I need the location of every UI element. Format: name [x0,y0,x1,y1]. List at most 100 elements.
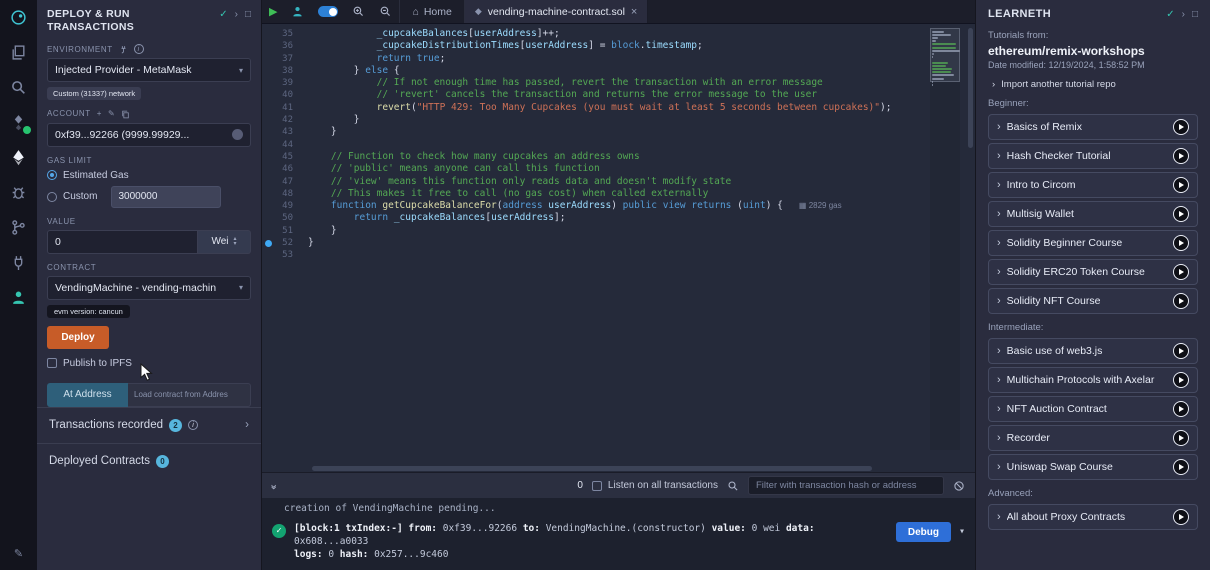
tutorial-item[interactable]: ›Solidity ERC20 Token Course [988,259,1198,285]
play-circle-icon[interactable] [1173,177,1189,193]
solidity-compiler-icon[interactable] [8,111,30,133]
code-line[interactable]: 51 } [262,225,975,237]
search-icon[interactable] [727,480,739,492]
code-line[interactable]: 46 // 'public' means anyone can call thi… [262,163,975,175]
play-circle-icon[interactable] [1173,206,1189,222]
git-icon[interactable] [8,216,30,238]
zoom-out-icon[interactable] [372,5,399,18]
info-icon[interactable]: i [134,44,144,54]
listen-all-checkbox[interactable] [592,481,602,491]
popout-icon[interactable]: □ [245,9,251,20]
code-line[interactable]: 37 return true; [262,53,975,65]
tutorial-item[interactable]: ›Multichain Protocols with Axelar [988,367,1198,393]
code-line[interactable]: 40 // 'revert' cancels the transaction a… [262,89,975,101]
code-line[interactable]: 44 [262,139,975,151]
chevron-right-icon[interactable]: › [235,9,238,20]
publish-user-icon[interactable] [284,5,311,18]
tutorial-item[interactable]: ›Multisig Wallet [988,201,1198,227]
minimap[interactable] [930,28,960,450]
code-line[interactable]: 48 // This makes it free to call (no gas… [262,188,975,200]
play-circle-icon[interactable] [1173,119,1189,135]
plug-icon[interactable] [119,45,128,54]
transaction-row[interactable]: ✓ [block:1 txIndex:-] from: 0xf39...9226… [272,522,965,561]
tutorial-item[interactable]: ›NFT Auction Contract [988,396,1198,422]
account-select[interactable]: 0xf39...92266 (9999.99929... [47,123,251,147]
code-editor[interactable]: 35 _cupcakeBalances[userAddress]++;36 _c… [262,24,975,464]
tutorial-item[interactable]: ›Recorder [988,425,1198,451]
terminal-log[interactable]: creation of VendingMachine pending... ✓ … [262,498,975,570]
code-line[interactable]: 47 // 'view' means this function only re… [262,176,975,188]
terminal-filter-input[interactable] [748,476,944,495]
tutorial-item[interactable]: ›All about Proxy Contracts [988,504,1198,530]
custom-gas-input[interactable] [111,186,221,208]
pencil-icon[interactable]: ✎ [8,542,30,564]
tab-home[interactable]: ⌂ Home [399,0,464,23]
play-circle-icon[interactable] [1173,372,1189,388]
debug-button[interactable]: Debug [896,522,951,542]
code-line[interactable]: 39 // If not enough time has passed, rev… [262,77,975,89]
clear-console-icon[interactable] [953,480,965,492]
code-line[interactable]: 49 function getCupcakeBalanceFor(address… [262,200,975,212]
search-icon[interactable] [8,76,30,98]
code-line[interactable]: 53 [262,249,975,261]
debugger-icon[interactable] [8,181,30,203]
play-circle-icon[interactable] [1173,264,1189,280]
play-circle-icon[interactable] [1173,401,1189,417]
code-line[interactable]: 36 _cupcakeDistributionTimes[userAddress… [262,40,975,52]
publish-ipfs-checkbox[interactable] [47,358,57,368]
file-explorer-icon[interactable] [8,41,30,63]
chevron-right-icon[interactable]: › [1182,9,1185,20]
breakpoint-dot[interactable] [265,240,272,247]
remix-logo[interactable] [8,6,30,28]
tutorial-item[interactable]: ›Solidity Beginner Course [988,230,1198,256]
plugin-manager-icon[interactable] [8,251,30,273]
code-line[interactable]: 50 return _cupcakeBalances[userAddress]; [262,212,975,224]
expand-tx-icon[interactable]: ▾ [959,526,965,537]
deploy-button[interactable]: Deploy [47,326,109,349]
tutorial-item[interactable]: ›Basic use of web3.js [988,338,1198,364]
run-script-icon[interactable]: ▶ [262,5,284,18]
contract-select[interactable]: VendingMachine - vending-machin ▾ [47,276,251,300]
edit-account-icon[interactable]: ✎ [108,109,115,118]
value-input[interactable] [47,230,198,254]
estimated-gas-option[interactable]: Estimated Gas [47,170,251,181]
estimated-gas-radio[interactable] [47,170,57,180]
value-unit-select[interactable]: Wei ▴▾ [198,230,251,254]
import-tutorial-link[interactable]: › Import another tutorial repo [992,79,1198,90]
code-line[interactable]: 43 } [262,126,975,138]
code-line[interactable]: 38 } else { [262,65,975,77]
close-tab-icon[interactable]: × [631,6,637,18]
play-circle-icon[interactable] [1173,509,1189,525]
play-circle-icon[interactable] [1173,343,1189,359]
code-line[interactable]: 45 // Function to check how many cupcake… [262,151,975,163]
play-circle-icon[interactable] [1173,293,1189,309]
code-line[interactable]: 52} [262,237,975,249]
vertical-scrollbar[interactable] [968,28,973,148]
deploy-run-icon[interactable] [8,146,30,168]
custom-gas-option[interactable]: Custom [47,186,251,208]
info-icon[interactable]: i [188,420,198,430]
transactions-recorded-row[interactable]: Transactions recorded 2 i › [37,407,261,443]
tutorial-item[interactable]: ›Uniswap Swap Course [988,454,1198,480]
environment-select[interactable]: Injected Provider - MetaMask ▾ [47,58,251,82]
tutorial-item[interactable]: ›Solidity NFT Course [988,288,1198,314]
add-account-icon[interactable]: + [97,109,102,118]
play-circle-icon[interactable] [1173,430,1189,446]
publish-ipfs-row[interactable]: Publish to IPFS [47,358,251,369]
chevron-right-icon[interactable]: › [245,419,249,431]
tutorial-item[interactable]: ›Basics of Remix [988,114,1198,140]
copy-address-icon[interactable] [232,129,243,140]
deployed-contracts-row[interactable]: Deployed Contracts 0 [37,443,261,479]
play-circle-icon[interactable] [1173,148,1189,164]
horizontal-scrollbar[interactable] [312,466,872,471]
learneth-plugin-icon[interactable] [8,286,30,308]
custom-gas-radio[interactable] [47,192,57,202]
zoom-in-icon[interactable] [345,5,372,18]
tab-file[interactable]: ◆ vending-machine-contract.sol × [465,0,649,23]
code-line[interactable]: 41 revert("HTTP 429: Too Many Cupcakes (… [262,102,975,114]
code-line[interactable]: 42 } [262,114,975,126]
popout-icon[interactable]: □ [1192,9,1198,20]
play-circle-icon[interactable] [1173,235,1189,251]
at-address-button[interactable]: At Address [47,383,128,407]
code-line[interactable]: 35 _cupcakeBalances[userAddress]++; [262,28,975,40]
